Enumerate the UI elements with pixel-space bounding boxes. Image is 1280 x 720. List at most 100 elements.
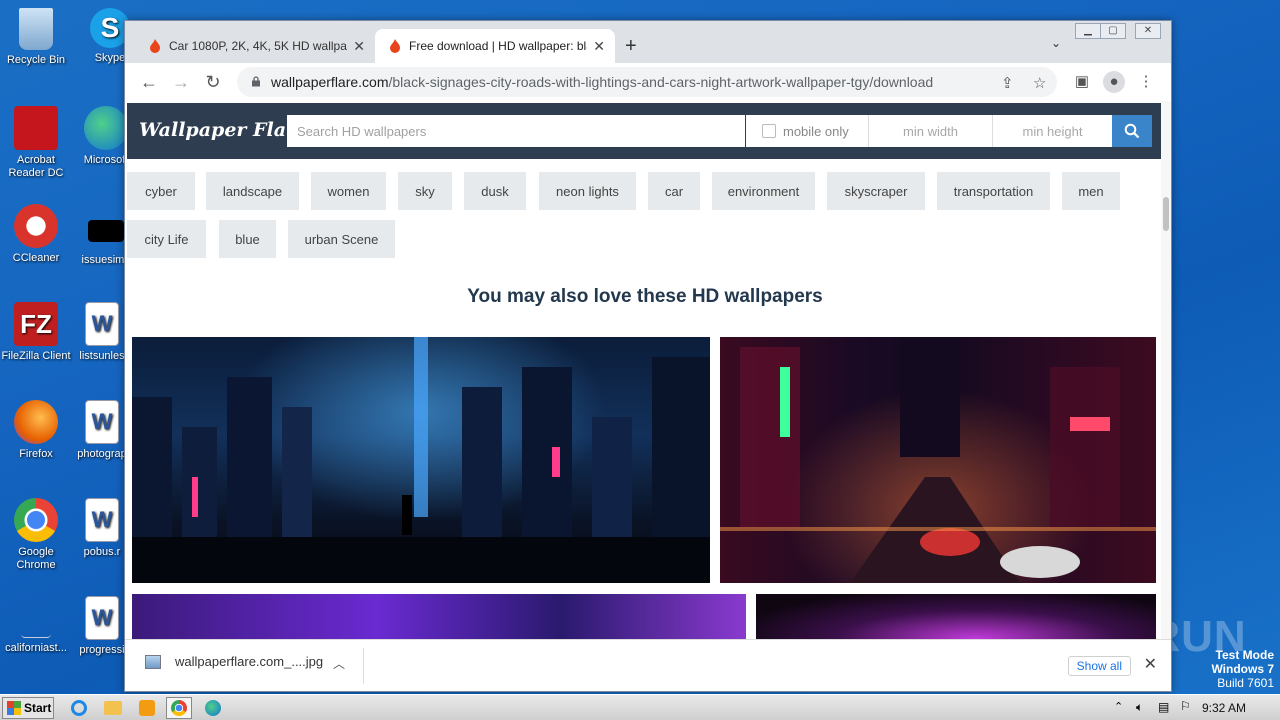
search-button[interactable] — [1112, 115, 1152, 147]
mobile-only-label: mobile only — [783, 123, 849, 139]
reload-button[interactable]: ↻ — [201, 71, 225, 95]
tab-close-icon[interactable]: ✕ — [353, 38, 365, 55]
close-window-button[interactable]: ✕ — [1135, 23, 1161, 39]
lock-icon — [252, 76, 260, 87]
page-scrollbar[interactable] — [1161, 101, 1171, 639]
tag-men[interactable]: men — [1062, 172, 1120, 210]
word-document-icon: W — [85, 596, 119, 640]
tag-landscape[interactable]: landscape — [206, 172, 299, 210]
min-height-input[interactable]: min height — [992, 115, 1112, 147]
page-viewport: Wallpaper Flare Search HD wallpapers mob… — [125, 101, 1171, 639]
windows-logo-icon — [7, 701, 21, 715]
start-label: Start — [24, 701, 52, 715]
taskbar-explorer[interactable] — [100, 697, 126, 719]
url-path: /black-signages-city-roads-with-lighting… — [388, 74, 934, 90]
tag-dusk[interactable]: dusk — [464, 172, 526, 210]
desktop-icon-firefox[interactable]: Firefox — [0, 400, 72, 461]
bookmark-star-icon[interactable]: ☆ — [1033, 74, 1046, 92]
tag-city-life[interactable]: city Life — [127, 220, 206, 258]
tag-cyber[interactable]: cyber — [127, 172, 195, 210]
tab-car-wallpapers[interactable]: Car 1080P, 2K, 4K, 5K HD wallpapers ✕ — [135, 29, 375, 63]
wallpaper-thumbnail-purple-scene[interactable] — [132, 594, 746, 639]
firefox-icon — [14, 400, 58, 444]
tab-free-download[interactable]: Free download | HD wallpaper: black ✕ — [375, 29, 615, 63]
tag-sky[interactable]: sky — [398, 172, 452, 210]
tag-women[interactable]: women — [311, 172, 386, 210]
browser-toolbar: ← → ↻ wallpaperflare.com/black-signages-… — [125, 63, 1171, 101]
share-icon[interactable]: ⇪ — [1001, 74, 1014, 92]
word-document-icon: W — [85, 302, 119, 346]
close-download-bar-icon[interactable]: ✕ — [1144, 654, 1157, 674]
tag-urban-scene[interactable]: urban Scene — [288, 220, 395, 258]
filezilla-icon: FZ — [14, 302, 58, 346]
word-document-icon: W — [85, 498, 119, 542]
file-icon — [88, 220, 124, 242]
url-host: wallpaperflare.com — [271, 74, 389, 90]
address-bar[interactable]: wallpaperflare.com/black-signages-city-r… — [237, 67, 1057, 97]
site-header: Wallpaper Flare Search HD wallpapers mob… — [127, 103, 1163, 159]
taskbar: Start ⌃ 🔈︎ ▤ ⚐ 9:32 AM — [0, 694, 1280, 720]
network-icon[interactable]: ▤ — [1158, 700, 1169, 714]
download-item[interactable]: wallpaperflare.com_....jpg — [145, 654, 323, 669]
clock[interactable]: 9:32 AM — [1202, 701, 1246, 715]
desktop-icon-ccleaner[interactable]: CCleaner — [0, 204, 72, 265]
tray-expand-icon[interactable]: ⌃ — [1114, 700, 1123, 713]
site-logo[interactable]: Wallpaper Flare — [139, 119, 308, 141]
profile-avatar-icon[interactable]: ● — [1103, 71, 1125, 93]
test-mode-line1: Test Mode — [1215, 648, 1274, 662]
desktop-icon-chrome[interactable]: Google Chrome — [0, 498, 72, 572]
tag-transportation[interactable]: transportation — [937, 172, 1050, 210]
start-button[interactable]: Start — [2, 697, 54, 719]
search-input[interactable]: Search HD wallpapers — [287, 115, 745, 147]
tab-close-icon[interactable]: ✕ — [593, 38, 605, 55]
back-button[interactable]: ← — [137, 71, 161, 95]
section-title: You may also love these HD wallpapers — [467, 286, 823, 307]
taskbar-ie[interactable] — [66, 697, 92, 719]
desktop-icon-californiast[interactable]: californiast... — [0, 618, 72, 655]
taskbar-edge[interactable] — [200, 697, 226, 719]
new-tab-button[interactable]: + — [625, 35, 637, 58]
chrome-icon — [171, 700, 187, 716]
side-panel-icon[interactable]: ▣ — [1071, 71, 1093, 93]
desktop-icon-acrobat[interactable]: Acrobat Reader DC — [0, 106, 72, 180]
chevron-up-icon[interactable]: ︿ — [333, 655, 345, 672]
wallpaper-thumbnail-neon-street[interactable] — [720, 337, 1156, 583]
desktop-icon-filezilla[interactable]: FZ FileZilla Client — [0, 302, 72, 363]
tag-blue[interactable]: blue — [219, 220, 276, 258]
test-mode-line3: Build 7601 — [1217, 676, 1274, 690]
tab-search-chevron-icon[interactable]: ⌄ — [1051, 36, 1061, 50]
word-document-icon: W — [85, 400, 119, 444]
flame-icon — [390, 39, 400, 53]
volume-icon[interactable]: 🔈︎ — [1136, 700, 1143, 715]
min-width-input[interactable]: min width — [868, 115, 992, 147]
media-player-icon — [139, 700, 155, 716]
tag-neon-lights[interactable]: neon lights — [539, 172, 636, 210]
wallpaper-thumbnail-cyber-city[interactable] — [132, 337, 710, 583]
tag-skyscraper[interactable]: skyscraper — [827, 172, 925, 210]
city-skyline-graphic — [132, 337, 710, 583]
mobile-only-checkbox[interactable]: mobile only — [746, 115, 868, 147]
edge-icon — [205, 700, 221, 716]
taskbar-chrome[interactable] — [166, 697, 192, 719]
scrollbar-thumb[interactable] — [1163, 197, 1169, 231]
tag-environment[interactable]: environment — [712, 172, 815, 210]
ccleaner-icon — [14, 204, 58, 248]
desktop-icon-recycle-bin[interactable]: Recycle Bin — [0, 8, 72, 67]
download-bar: wallpaperflare.com_....jpg ︿ Show all ✕ — [125, 639, 1171, 691]
acrobat-icon — [14, 106, 58, 150]
minimize-button[interactable]: ▁ — [1075, 23, 1101, 39]
ie-icon — [71, 700, 87, 716]
tag-car[interactable]: car — [648, 172, 700, 210]
image-file-icon — [145, 654, 161, 669]
maximize-button[interactable]: ▢ — [1100, 23, 1126, 39]
tab-strip: Car 1080P, 2K, 4K, 5K HD wallpapers ✕ Fr… — [125, 21, 1171, 63]
flag-icon[interactable]: ⚐ — [1180, 699, 1191, 713]
menu-kebab-icon[interactable]: ⋮ — [1135, 71, 1157, 93]
edge-icon — [84, 106, 128, 150]
wallpaper-thumbnail-neon-portrait[interactable] — [756, 594, 1156, 639]
show-all-button[interactable]: Show all — [1067, 656, 1131, 676]
file-icon — [21, 618, 51, 638]
taskbar-media-player[interactable] — [134, 697, 160, 719]
forward-button[interactable]: → — [169, 71, 193, 95]
browser-window: Car 1080P, 2K, 4K, 5K HD wallpapers ✕ Fr… — [124, 20, 1172, 692]
